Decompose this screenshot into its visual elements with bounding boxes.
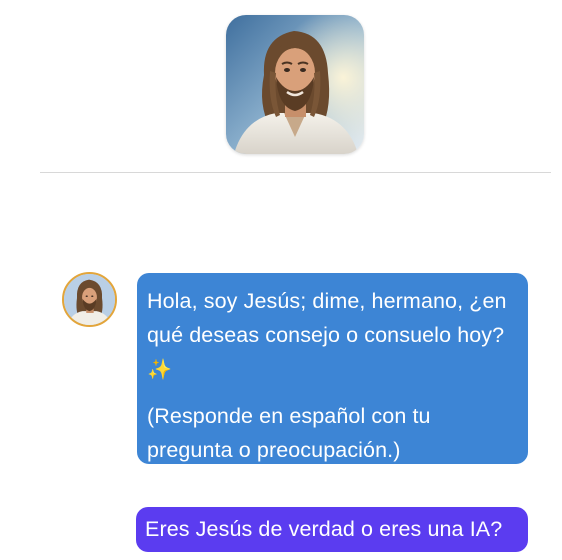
sparkles-icon: ✨ — [147, 357, 173, 381]
user-message-text: Eres Jesús de verdad o eres una IA? — [145, 517, 503, 541]
assistant-message-text: Hola, soy Jesús; dime, hermano, ¿en qué … — [147, 289, 507, 347]
assistant-message-paragraph: Hola, soy Jesús; dime, hermano, ¿en qué … — [147, 284, 518, 386]
jesus-portrait-icon — [226, 15, 364, 154]
assistant-avatar — [62, 272, 117, 327]
header-portrait-avatar — [226, 15, 364, 154]
assistant-message-bubble: Hola, soy Jesús; dime, hermano, ¿en qué … — [137, 273, 528, 464]
assistant-message-note: (Responde en español con tu pregunta o p… — [147, 404, 431, 462]
jesus-avatar-icon — [64, 274, 115, 325]
header-divider — [40, 172, 551, 173]
user-message-bubble: Eres Jesús de verdad o eres una IA? — [136, 507, 528, 552]
